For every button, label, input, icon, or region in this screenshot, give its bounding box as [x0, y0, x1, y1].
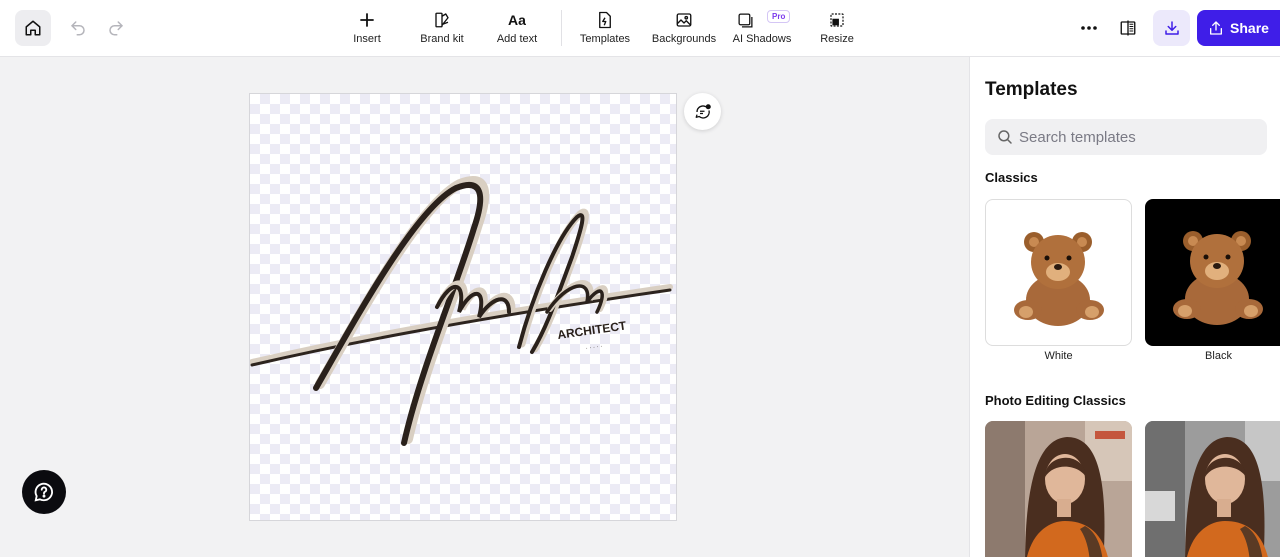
- template-card-black[interactable]: [1145, 199, 1280, 346]
- brand-kit-icon: [435, 12, 449, 28]
- svg-text:· · · · ·: · · · · ·: [585, 344, 602, 352]
- signature-subtitle: ARCHITECT: [556, 318, 627, 342]
- ai-shadows-label: AI Shadows: [732, 33, 792, 45]
- help-button[interactable]: [22, 470, 66, 514]
- redo-button[interactable]: [104, 14, 128, 42]
- signature-artwork: ARCHITECT · · · · ·: [250, 176, 673, 446]
- template-card-photo-bw[interactable]: [1145, 421, 1280, 557]
- insert-button[interactable]: Insert: [347, 9, 387, 49]
- plus-icon: [360, 13, 374, 27]
- pro-badge: Pro: [767, 10, 791, 23]
- insert-label: Insert: [353, 33, 381, 45]
- add-text-label: Add text: [496, 33, 538, 45]
- share-icon: [1210, 21, 1223, 35]
- toolbar-divider: [561, 10, 562, 46]
- more-horizontal-icon: [1081, 26, 1097, 30]
- add-text-button[interactable]: Aa Add text: [492, 9, 542, 49]
- share-label: Share: [1230, 20, 1269, 36]
- portrait-photo-image: [985, 421, 1132, 557]
- template-card-photo-color[interactable]: [985, 421, 1132, 557]
- template-card-white[interactable]: [985, 199, 1132, 346]
- templates-button[interactable]: Templates: [576, 9, 634, 49]
- undo-icon: [71, 21, 85, 36]
- resize-label: Resize: [820, 33, 854, 45]
- download-icon: [1164, 21, 1179, 35]
- resize-button[interactable]: Resize: [818, 9, 856, 49]
- backgrounds-label: Backgrounds: [651, 33, 717, 45]
- resize-icon: [830, 13, 844, 27]
- section-title-photo-editing: Photo Editing Classics: [985, 393, 1126, 408]
- compare-button[interactable]: [1116, 16, 1140, 40]
- portrait-photo-image: [1145, 421, 1280, 557]
- templates-icon: [599, 11, 611, 29]
- feedback-button[interactable]: [684, 93, 721, 130]
- brand-kit-button[interactable]: Brand kit: [416, 9, 468, 49]
- backgrounds-icon: [676, 13, 692, 27]
- share-button[interactable]: Share: [1197, 10, 1280, 46]
- more-options-button[interactable]: [1076, 16, 1102, 40]
- redo-icon: [109, 21, 123, 36]
- top-toolbar: Insert Brand kit Aa Add text Templates B…: [0, 0, 1280, 57]
- search-box: [985, 119, 1267, 155]
- canvas-area: ARCHITECT · · · · ·: [0, 57, 969, 557]
- ai-shadows-icon: [738, 12, 753, 28]
- chat-feedback-icon: [695, 103, 711, 119]
- help-icon: [34, 482, 53, 502]
- templates-label: Templates: [579, 33, 631, 45]
- undo-button[interactable]: [66, 14, 90, 42]
- search-icon: [998, 130, 1012, 144]
- home-button[interactable]: [15, 10, 51, 46]
- search-input[interactable]: [1019, 119, 1259, 155]
- text-icon: Aa: [508, 12, 526, 28]
- template-label-black: Black: [1205, 350, 1232, 362]
- artboard[interactable]: ARCHITECT · · · · ·: [249, 93, 677, 521]
- teddy-bear-image: [1173, 231, 1263, 325]
- panel-title: Templates: [985, 79, 1078, 100]
- teddy-bear-image: [1014, 232, 1104, 326]
- templates-panel: Templates Classics W: [969, 57, 1280, 557]
- brand-kit-label: Brand kit: [420, 33, 464, 45]
- template-label-white: White: [1044, 350, 1073, 362]
- compare-icon: [1120, 20, 1136, 36]
- home-icon: [25, 20, 41, 36]
- backgrounds-button[interactable]: Backgrounds: [650, 9, 718, 49]
- download-button[interactable]: [1153, 10, 1190, 46]
- section-title-classics: Classics: [985, 170, 1038, 185]
